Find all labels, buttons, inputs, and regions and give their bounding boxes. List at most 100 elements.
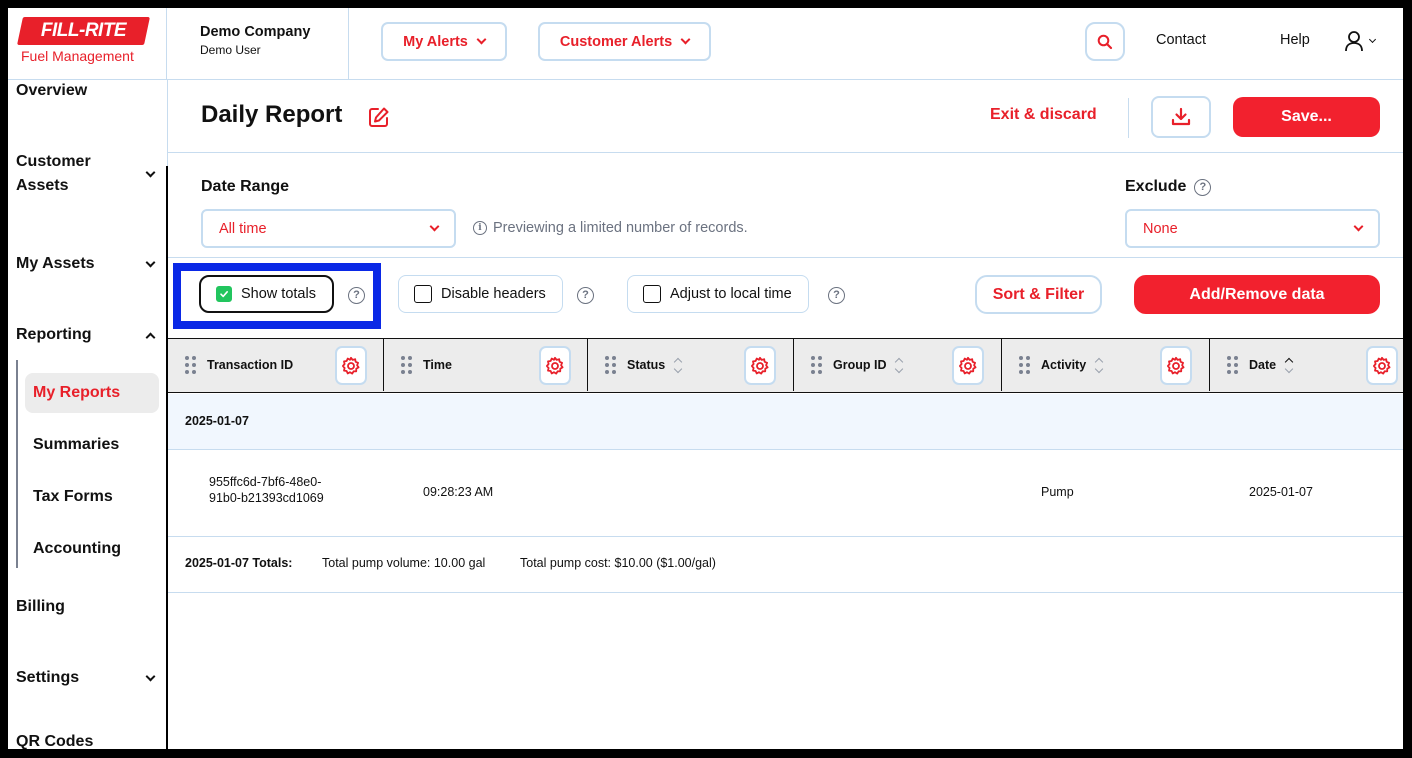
sidebar-item-billing[interactable]: Billing (16, 595, 156, 619)
sidebar-subitem-my-reports[interactable]: My Reports (25, 373, 159, 413)
sort-icon[interactable] (1094, 357, 1104, 373)
sidebar-subitem-accounting[interactable]: Accounting (25, 529, 159, 569)
my-alerts-dropdown[interactable]: My Alerts (381, 22, 507, 61)
totals-label: 2025-01-07 Totals: (185, 556, 293, 570)
column-label: Transaction ID (207, 358, 294, 372)
sidebar-item-settings[interactable]: Settings (16, 666, 156, 690)
exit-discard-link[interactable]: Exit & discard (990, 106, 1097, 124)
transaction-id-line: 955ffc6d-7bf6-48e0- (209, 475, 322, 489)
sort-icon[interactable] (673, 357, 683, 373)
exclude-select[interactable]: None (1125, 209, 1380, 248)
column-label: Group ID (833, 358, 887, 372)
add-remove-data-button[interactable]: Add/Remove data (1134, 275, 1380, 314)
help-link[interactable]: Help (1280, 32, 1310, 48)
column-settings-button[interactable] (744, 346, 776, 385)
sidebar-item-qr-codes[interactable]: QR Codes (16, 730, 156, 749)
sort-icon[interactable] (895, 357, 904, 373)
logo-badge: FILL-RITE (17, 17, 150, 45)
column-settings-button[interactable] (1366, 346, 1398, 385)
sidebar-item-customer-assets[interactable]: Customer Assets (16, 150, 156, 198)
date-range-select[interactable]: All time (201, 209, 456, 248)
checkbox-icon (643, 285, 661, 303)
sidebar-item-reporting[interactable]: Reporting (16, 323, 156, 347)
logo-text: FILL-RITE (40, 20, 127, 41)
column-header-date[interactable]: Date (1210, 339, 1403, 391)
top-bar: FILL-RITE Fuel Management Demo Company D… (8, 8, 1403, 80)
sidebar-item-label: Customer Assets (16, 153, 91, 194)
drag-handle-icon[interactable] (811, 356, 822, 374)
column-label: Time (423, 358, 452, 372)
table-header: Transaction ID Time Status Group ID Acti… (168, 338, 1403, 393)
help-icon[interactable]: ? (577, 287, 594, 304)
show-totals-label: Show totals (241, 286, 316, 302)
save-button[interactable]: Save... (1233, 97, 1380, 137)
sidebar-subitem-summaries[interactable]: Summaries (25, 425, 159, 465)
options-row: Show totals ? Disable headers ? Adjust t… (168, 259, 1403, 336)
edit-title-button[interactable] (368, 106, 390, 133)
column-settings-button[interactable] (539, 346, 571, 385)
gear-icon (1167, 356, 1185, 374)
submenu-rule (16, 360, 18, 568)
table-row[interactable]: 955ffc6d-7bf6-48e0- 91b0-b21393cd1069 09… (168, 451, 1403, 537)
date-range-label: Date Range (201, 178, 290, 195)
user-menu[interactable] (1344, 30, 1377, 52)
drag-handle-icon[interactable] (401, 356, 412, 374)
sort-ascending-icon[interactable] (1284, 357, 1294, 373)
column-settings-button[interactable] (1160, 346, 1192, 385)
app-window: FILL-RITE Fuel Management Demo Company D… (8, 8, 1403, 749)
contact-link[interactable]: Contact (1156, 32, 1206, 48)
help-icon[interactable]: ? (1194, 178, 1212, 196)
column-header-status[interactable]: Status (588, 339, 794, 391)
drag-handle-icon[interactable] (1227, 356, 1238, 374)
sidebar-item-label: Reporting (16, 326, 92, 343)
column-label: Date (1249, 358, 1277, 372)
column-settings-button[interactable] (335, 346, 367, 385)
checkbox-icon (414, 285, 432, 303)
download-button[interactable] (1151, 96, 1211, 138)
chevron-down-icon (680, 34, 691, 45)
cell-date: 2025-01-07 (1249, 485, 1313, 499)
column-header-transaction-id[interactable]: Transaction ID (168, 339, 384, 391)
sort-filter-button[interactable]: Sort & Filter (975, 275, 1102, 314)
group-label: 2025-01-07 (185, 414, 249, 428)
help-icon[interactable]: ? (348, 287, 365, 304)
search-button[interactable] (1085, 22, 1125, 61)
drag-handle-icon[interactable] (1019, 356, 1030, 374)
customer-alerts-label: Customer Alerts (559, 33, 673, 50)
gear-icon (342, 356, 360, 374)
chevron-down-icon (1353, 221, 1364, 232)
exclude-label-group: Exclude ? (1125, 178, 1212, 196)
column-header-time[interactable]: Time (384, 339, 588, 391)
exclude-value: None (1143, 220, 1178, 237)
show-totals-checkbox[interactable]: Show totals (199, 275, 334, 313)
adjust-local-time-checkbox[interactable]: Adjust to local time (627, 275, 809, 313)
drag-handle-icon[interactable] (185, 356, 196, 374)
disable-headers-checkbox[interactable]: Disable headers (398, 275, 563, 313)
help-icon[interactable]: ? (828, 287, 845, 304)
logo-subtitle: Fuel Management (21, 48, 134, 64)
column-header-group-id[interactable]: Group ID (794, 339, 1002, 391)
download-icon (1171, 107, 1191, 126)
chevron-down-icon (429, 221, 440, 232)
gear-icon (959, 356, 977, 374)
adjust-local-time-label: Adjust to local time (670, 286, 792, 302)
sidebar-item-overview[interactable]: Overview (16, 79, 156, 103)
edit-icon (369, 107, 389, 127)
company-info: Demo Company Demo User (168, 8, 349, 80)
logo[interactable]: FILL-RITE Fuel Management (8, 8, 167, 80)
divider (1128, 98, 1129, 138)
sidebar-item-label: QR Codes (16, 733, 94, 749)
cell-activity: Pump (1041, 485, 1074, 499)
column-label: Activity (1041, 358, 1087, 372)
page-title: Daily Report (201, 101, 343, 128)
drag-handle-icon[interactable] (605, 356, 616, 374)
gear-icon (1373, 356, 1391, 374)
sidebar: Overview Customer Assets My Assets Repor… (8, 81, 167, 749)
checkbox-checked-icon (216, 286, 232, 302)
total-pump-volume: Total pump volume: 10.00 gal (322, 556, 486, 570)
column-header-activity[interactable]: Activity (1002, 339, 1210, 391)
sidebar-item-my-assets[interactable]: My Assets (16, 252, 156, 276)
column-settings-button[interactable] (952, 346, 984, 385)
customer-alerts-dropdown[interactable]: Customer Alerts (538, 22, 711, 61)
sidebar-subitem-tax-forms[interactable]: Tax Forms (25, 477, 159, 517)
